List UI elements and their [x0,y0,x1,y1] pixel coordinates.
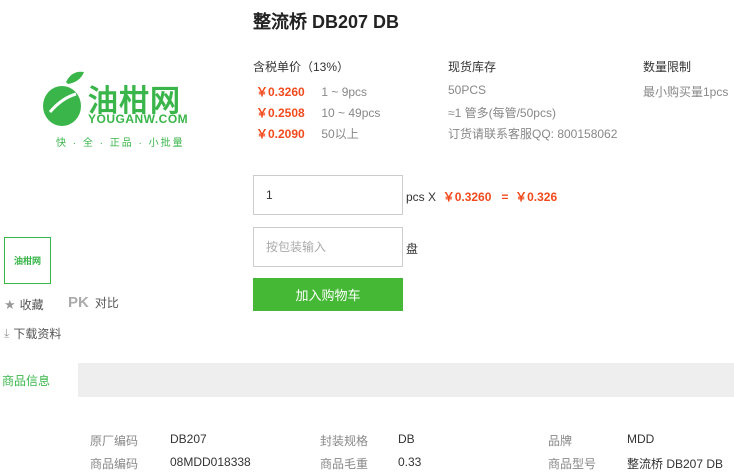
unit-times: pcs X [406,190,437,204]
download-datasheet-button[interactable]: ⤓ 下载资料 [4,325,61,342]
add-to-cart-button[interactable]: 加入购物车 [253,278,403,311]
spec-label: 品牌 [548,434,573,448]
stock-header: 现货库存 [448,60,497,74]
tier-price: ￥0.2090 [256,127,305,141]
spec-label: 封装规格 [320,434,369,448]
spec-value: MDD [627,432,655,446]
spec-item: 商品型号 [548,455,596,472]
stock-quantity: 50PCS [448,83,487,97]
spec-item: DB [398,432,415,446]
logo-domain: YOUGANW.COM [88,112,189,126]
limit-text: 最小购买量1pcs [643,85,729,99]
compare-label: 对比 [94,296,119,310]
package-unit: 盘 [406,242,419,256]
info-tab-bar: 商品信息 [0,363,734,397]
spec-item: 原厂编码 [90,432,138,449]
price-tier: ￥0.2508 10 ~ 49pcs [256,104,380,121]
star-icon: ★ [4,296,16,312]
quantity-input[interactable] [253,175,403,215]
spec-item: 整流桥 DB207 DB [627,455,723,472]
package-input[interactable] [253,227,403,267]
equals-sign: = [501,190,509,204]
spec-item: 品牌 [548,432,572,449]
spec-value: DB207 [170,432,207,446]
download-label: 下载资料 [13,327,62,341]
compare-button[interactable]: PK 对比 [68,294,119,311]
spec-label: 商品型号 [548,457,597,471]
limit-header: 数量限制 [643,60,692,74]
spec-value: 08MDD018338 [170,455,251,469]
tier-price: ￥0.3260 [256,85,305,99]
price-tier: ￥0.3260 1 ~ 9pcs [256,83,367,100]
price-header: 含税单价（13%） [253,60,350,74]
spec-label: 商品毛重 [320,457,369,471]
favorite-label: 收藏 [19,298,44,312]
spec-label: 商品编码 [90,457,139,471]
spec-label: 原厂编码 [90,434,139,448]
spec-item: 08MDD018338 [170,455,251,469]
product-thumbnail[interactable]: 油柑网 [4,237,51,284]
stock-packaging: ≈1 管多(每管/50pcs) [448,106,556,120]
spec-item: MDD [627,432,654,446]
tier-price: ￥0.2508 [256,106,305,120]
logo-slogan: 快 · 全 · 正品 · 小批量 [56,138,185,149]
spec-item: 封装规格 [320,432,368,449]
spec-value: DB [398,432,415,446]
spec-item: DB207 [170,432,207,446]
spec-value: 0.33 [398,455,422,469]
tier-range: 50以上 [321,127,359,141]
calc-unit-price: ￥0.3260 [442,190,492,204]
tab-product-info[interactable]: 商品信息 [0,363,78,397]
fruit-logo-icon [43,71,84,126]
price-tier: ￥0.2090 50以上 [256,125,359,142]
tier-range: 10 ~ 49pcs [321,106,381,120]
favorite-button[interactable]: ★ 收藏 [4,296,44,313]
product-title: 整流桥 DB207 DB [253,12,400,32]
spec-item: 商品毛重 [320,455,368,472]
site-logo[interactable]: 油柑网 YOUGANW.COM 快 · 全 · 正品 · 小批量 [40,68,200,149]
price-calculation: pcs X ￥0.3260 = ￥0.326 [406,188,557,205]
download-icon: ⤓ [4,326,10,340]
spec-value: 整流桥 DB207 DB [627,457,724,471]
pk-icon: PK [68,294,89,311]
thumbnail-logo-text: 油柑网 [13,256,41,266]
spec-item: 0.33 [398,455,421,469]
stock-contact: 订货请联系客服QQ: 800158062 [448,127,618,141]
calc-total: ￥0.326 [515,190,558,204]
tier-range: 1 ~ 9pcs [321,85,368,99]
spec-item: 商品编码 [90,455,138,472]
